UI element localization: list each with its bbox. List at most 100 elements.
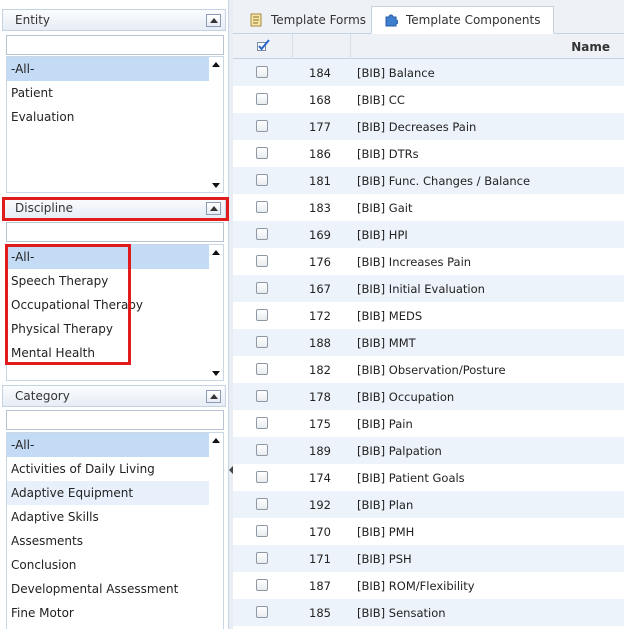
grid-body: 184 [BIB] Balance 168 [BIB] CC 177 [BIB] Decr… — [233, 59, 624, 629]
row-id: 192 — [309, 497, 331, 512]
tab-template-components[interactable]: Template Components — [371, 6, 554, 34]
entity-filter-input[interactable] — [6, 35, 224, 55]
row-id: 175 — [309, 416, 331, 431]
row-checkbox[interactable] — [256, 255, 268, 267]
name-column-header[interactable]: Name — [351, 34, 624, 59]
row-name: [BIB] HPI — [357, 227, 408, 242]
category-list-item[interactable]: Activities of Daily Living — [7, 457, 209, 481]
row-name: [BIB] CC — [357, 92, 405, 107]
category-list-item[interactable]: Conclusion — [7, 553, 209, 577]
row-checkbox[interactable] — [256, 66, 268, 78]
table-row[interactable]: 188 [BIB] MMT — [233, 329, 624, 356]
row-checkbox[interactable] — [256, 93, 268, 105]
table-row[interactable]: 174 [BIB] Patient Goals — [233, 464, 624, 491]
row-checkbox[interactable] — [256, 147, 268, 159]
entity-scrollbar[interactable] — [209, 57, 223, 192]
row-id: 172 — [309, 308, 331, 323]
table-row[interactable]: 189 [BIB] Palpation — [233, 437, 624, 464]
category-list-item[interactable]: Developmental Assessment — [7, 577, 209, 601]
row-checkbox[interactable] — [256, 417, 268, 429]
category-collapse-icon[interactable] — [206, 389, 221, 403]
table-row[interactable]: 187 [BIB] ROM/Flexibility — [233, 572, 624, 599]
row-id: 177 — [309, 119, 331, 134]
table-row[interactable]: 175 [BIB] Pain — [233, 410, 624, 437]
row-checkbox[interactable] — [256, 120, 268, 132]
table-row[interactable]: 176 [BIB] Increases Pain — [233, 248, 624, 275]
row-checkbox[interactable] — [256, 498, 268, 510]
entity-list-item[interactable]: Patient — [7, 81, 209, 105]
row-id: 167 — [309, 281, 331, 296]
row-id: 176 — [309, 254, 331, 269]
discipline-list-item[interactable]: Speech Therapy — [7, 269, 209, 293]
entity-list-item[interactable]: Evaluation — [7, 105, 209, 129]
discipline-list-item[interactable]: Occupational Therapy — [7, 293, 209, 317]
row-name: [BIB] PSH — [357, 551, 412, 566]
table-row[interactable]: 181 [BIB] Func. Changes / Balance — [233, 167, 624, 194]
entity-collapse-icon[interactable] — [206, 13, 221, 27]
row-name: [BIB] Palpation — [357, 443, 442, 458]
table-row[interactable]: 182 [BIB] Observation/Posture — [233, 356, 624, 383]
discipline-filter-input[interactable] — [6, 222, 224, 242]
row-checkbox[interactable] — [256, 228, 268, 240]
row-checkbox[interactable] — [256, 444, 268, 456]
tab-label: Template Forms — [271, 13, 367, 27]
select-all-header[interactable] — [233, 34, 293, 59]
category-scrollbar[interactable] — [209, 433, 223, 629]
row-checkbox[interactable] — [256, 201, 268, 213]
row-checkbox[interactable] — [256, 309, 268, 321]
table-row[interactable]: 186 [BIB] DTRs — [233, 140, 624, 167]
table-row[interactable]: 171 [BIB] PSH — [233, 545, 624, 572]
category-list-item[interactable]: Assesments — [7, 529, 209, 553]
row-name: [BIB] Func. Changes / Balance — [357, 173, 531, 188]
row-id: 188 — [309, 335, 331, 350]
main-panel: Template Forms Template Components Name … — [233, 0, 624, 629]
table-row[interactable]: 178 [BIB] Occupation — [233, 383, 624, 410]
row-checkbox[interactable] — [256, 579, 268, 591]
scroll-up-icon[interactable] — [211, 435, 221, 445]
category-list-item[interactable]: Fine Motor — [7, 601, 209, 625]
scroll-down-icon[interactable] — [211, 368, 221, 378]
table-row[interactable]: 185 [BIB] Sensation — [233, 599, 624, 626]
category-list-item[interactable]: Adaptive Equipment — [7, 481, 209, 505]
category-list: -All- Activities of Daily Living Adaptive … — [6, 432, 224, 629]
category-filter-input[interactable] — [6, 410, 224, 430]
row-checkbox[interactable] — [256, 390, 268, 402]
discipline-list-item[interactable]: -All- — [7, 245, 209, 269]
tab-label: Template Components — [406, 13, 541, 27]
row-checkbox[interactable] — [256, 525, 268, 537]
table-row[interactable]: 177 [BIB] Decreases Pain — [233, 113, 624, 140]
row-id: 181 — [309, 173, 331, 188]
scroll-down-icon[interactable] — [211, 180, 221, 190]
row-checkbox[interactable] — [256, 282, 268, 294]
row-checkbox[interactable] — [256, 606, 268, 618]
row-checkbox[interactable] — [256, 552, 268, 564]
row-checkbox[interactable] — [256, 471, 268, 483]
row-checkbox[interactable] — [256, 336, 268, 348]
entity-title: Entity — [15, 13, 51, 27]
entity-list-item[interactable]: -All- — [7, 57, 209, 81]
row-checkbox[interactable] — [256, 174, 268, 186]
discipline-scrollbar[interactable] — [209, 245, 223, 380]
discipline-collapse-icon[interactable] — [206, 201, 221, 215]
table-row[interactable]: 168 [BIB] CC — [233, 86, 624, 113]
table-row[interactable]: 167 [BIB] Initial Evaluation — [233, 275, 624, 302]
category-list-item[interactable]: Adaptive Skills — [7, 505, 209, 529]
table-row[interactable]: 183 [BIB] Gait — [233, 194, 624, 221]
table-row[interactable]: 172 [BIB] MEDS — [233, 302, 624, 329]
table-row[interactable]: 169 [BIB] HPI — [233, 221, 624, 248]
scroll-up-icon[interactable] — [211, 247, 221, 257]
row-name: [BIB] ROM/Flexibility — [357, 578, 475, 593]
scroll-up-icon[interactable] — [211, 59, 221, 69]
row-checkbox[interactable] — [256, 363, 268, 375]
discipline-list-item[interactable]: Physical Therapy — [7, 317, 209, 341]
row-name: [BIB] Plan — [357, 497, 414, 512]
check-all-icon[interactable] — [256, 38, 270, 55]
tab-template-forms[interactable]: Template Forms — [237, 6, 378, 34]
table-row[interactable]: 170 [BIB] PMH — [233, 518, 624, 545]
discipline-list-item[interactable]: Mental Health — [7, 341, 209, 365]
row-id: 183 — [309, 200, 331, 215]
id-column-header[interactable] — [293, 34, 351, 59]
table-row[interactable]: 184 [BIB] Balance — [233, 59, 624, 86]
table-row[interactable]: 192 [BIB] Plan — [233, 491, 624, 518]
category-list-item[interactable]: -All- — [7, 433, 209, 457]
